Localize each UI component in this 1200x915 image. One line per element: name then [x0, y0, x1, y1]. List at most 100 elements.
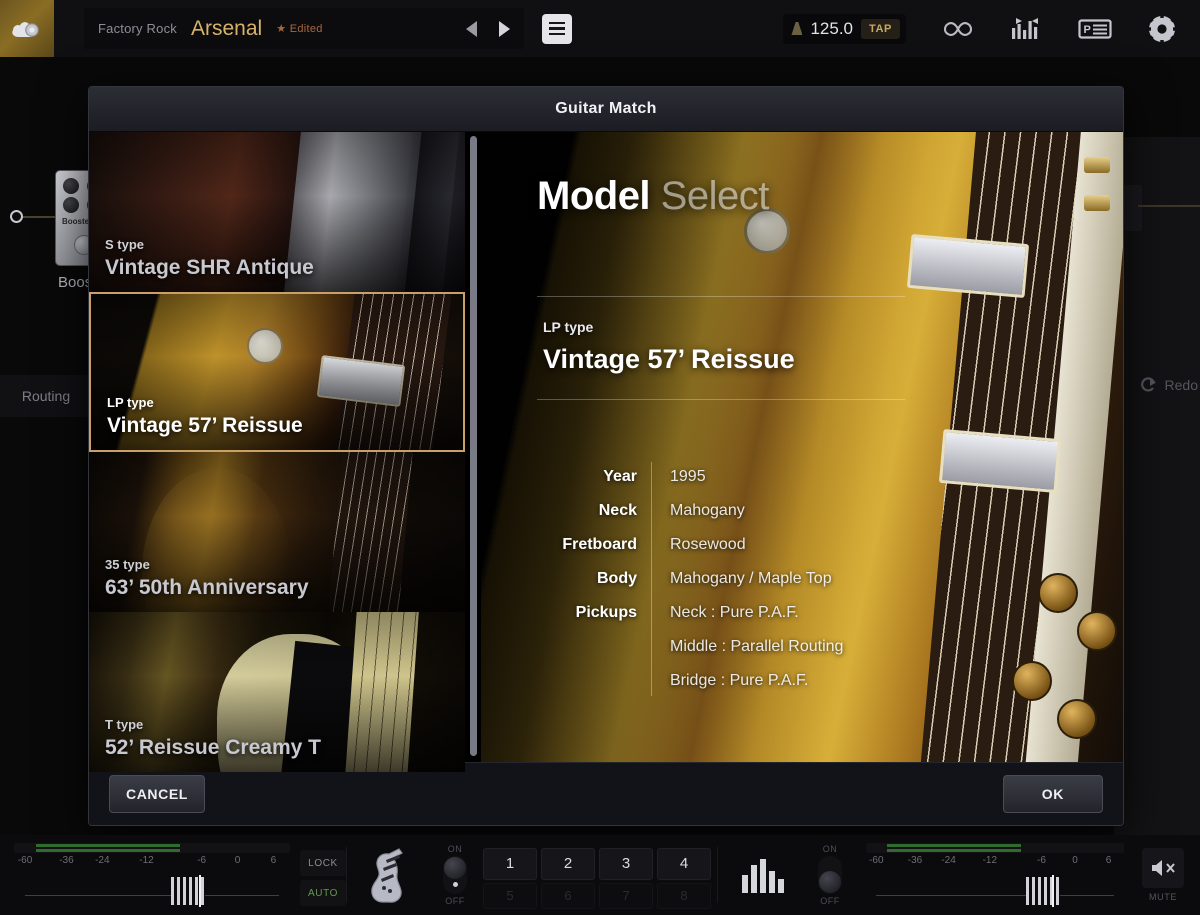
list-scrollbar[interactable] [465, 132, 481, 762]
preset-edited-badge: ★ Edited [276, 22, 323, 35]
tempo-value: 125.0 [810, 19, 853, 39]
pedal-knob-1[interactable] [63, 178, 79, 194]
prev-preset-button[interactable] [466, 21, 477, 37]
signal-input-node[interactable] [10, 210, 23, 223]
list-item-lp-type[interactable]: LP type Vintage 57’ Reissue [89, 292, 465, 452]
channel-button-8[interactable]: 8 [657, 883, 711, 909]
spec-key [537, 630, 637, 664]
meter-tick: 0 [1072, 855, 1078, 866]
routing-button[interactable]: Routing [0, 375, 92, 417]
divider-bottom [537, 399, 905, 400]
mute-button[interactable]: MUTE [1134, 835, 1192, 915]
preset-category-label: Factory Rock [98, 21, 177, 36]
bottom-toolbar: -60 -36 -24 -12 -6 0 6 LOCK AUTO [0, 835, 1200, 915]
meter-tick: -60 [869, 855, 883, 866]
auto-button[interactable]: AUTO [300, 880, 346, 906]
output-gain-slider[interactable] [866, 873, 1124, 907]
spec-key: Fretboard [537, 528, 637, 562]
meter-tick: -60 [18, 855, 32, 866]
loop-infinity-icon[interactable] [940, 18, 976, 40]
output-meter-fill-right [887, 849, 1021, 852]
mixer-levels-icon[interactable] [1010, 17, 1044, 41]
scrollbar-thumb[interactable] [470, 136, 477, 756]
guitar-match-dialog: Guitar Match S type Vintage SHR Antique [88, 86, 1124, 826]
dialog-title: Guitar Match [555, 100, 656, 118]
eq-button[interactable] [718, 835, 808, 915]
selected-model-type: LP type [543, 319, 1123, 335]
lock-button[interactable]: LOCK [300, 850, 346, 876]
channel-button-1[interactable]: 1 [483, 848, 537, 880]
toggle-led [453, 882, 458, 887]
toggle-knob [819, 871, 841, 893]
toggle-knob [444, 857, 466, 879]
list-item-type: T type [105, 717, 321, 732]
preset-list-icon[interactable]: P [1078, 17, 1112, 41]
list-item-text: LP type Vintage 57’ Reissue [107, 395, 303, 438]
list-item-text: T type 52’ Reissue Creamy T [105, 717, 321, 760]
spec-value: Mahogany / Maple Top [670, 562, 843, 596]
amp-cable [1138, 205, 1200, 207]
toggle-off-label: OFF [820, 896, 840, 906]
guitar-match-toggle[interactable]: ON OFF [433, 835, 477, 915]
slider-handle[interactable] [1026, 877, 1060, 905]
meter-tick: -36 [908, 855, 922, 866]
mute-icon-box [1142, 848, 1184, 888]
toggle-on-label: ON [448, 844, 463, 854]
output-meter[interactable]: -60 -36 -24 -12 -6 0 6 [852, 835, 1134, 915]
channel-button-5[interactable]: 5 [483, 883, 537, 909]
model-select-heading: Model Select [537, 174, 1123, 219]
guitar-body-icon [369, 846, 411, 904]
svg-text:P: P [1084, 24, 1091, 36]
pedal-knob-3[interactable] [63, 197, 79, 213]
input-meter-fill-left [36, 844, 180, 847]
next-preset-button[interactable] [499, 21, 510, 37]
toggle-on-label: ON [823, 844, 838, 854]
channel-row-bottom: 5 6 7 8 [483, 883, 711, 909]
slider-handle-indicator [1052, 875, 1054, 907]
spec-value: Rosewood [670, 528, 843, 562]
guitar-match-button[interactable] [347, 835, 433, 915]
channel-button-6[interactable]: 6 [541, 883, 595, 909]
settings-gear-icon[interactable] [1146, 13, 1178, 45]
tempo-display[interactable]: 125.0 TAP [783, 14, 906, 44]
ok-button[interactable]: OK [1003, 775, 1103, 813]
cancel-button[interactable]: CANCEL [109, 775, 205, 813]
list-item-s-type[interactable]: S type Vintage SHR Antique [89, 132, 465, 292]
mute-label: MUTE [1149, 892, 1177, 902]
channel-button-3[interactable]: 3 [599, 848, 653, 880]
app-logo[interactable] [0, 0, 54, 57]
channel-button-7[interactable]: 7 [599, 883, 653, 909]
heading-light: Select [661, 174, 769, 218]
meter-tick: -6 [197, 855, 206, 866]
selected-model-name: Vintage 57’ Reissue [543, 344, 1123, 375]
output-meter-bar [866, 843, 1124, 853]
speaker-mute-icon [1149, 858, 1177, 878]
input-meter-bar [14, 843, 290, 853]
channel-row-top: 1 2 3 4 [483, 848, 711, 880]
toggle-switch[interactable] [818, 856, 842, 894]
toggle-switch[interactable] [443, 856, 467, 894]
channel-button-4[interactable]: 4 [657, 848, 711, 880]
redo-button[interactable]: Redo [1140, 377, 1198, 393]
top-toolbar-right: 125.0 TAP [783, 13, 1200, 45]
meter-tick: 0 [235, 855, 241, 866]
hamburger-menu-icon[interactable] [542, 14, 572, 44]
channel-button-2[interactable]: 2 [541, 848, 595, 880]
detail-content: Model Select LP type Vintage 57’ Reissue… [481, 132, 1123, 762]
spec-key: Pickups [537, 596, 637, 630]
list-item-t-type[interactable]: T type 52’ Reissue Creamy T [89, 612, 465, 772]
input-gain-slider[interactable] [14, 873, 290, 907]
app-root: Factory Rock Arsenal ★ Edited 125.0 TAP [0, 0, 1200, 915]
input-meter[interactable]: -60 -36 -24 -12 -6 0 6 [0, 835, 300, 915]
redo-arrow-icon [1140, 377, 1158, 393]
eq-toggle[interactable]: ON OFF [808, 835, 852, 915]
preset-selector-bar[interactable]: Factory Rock Arsenal ★ Edited [84, 8, 524, 49]
spec-divider [651, 462, 652, 696]
tap-tempo-button[interactable]: TAP [861, 19, 900, 39]
top-toolbar: Factory Rock Arsenal ★ Edited 125.0 TAP [0, 0, 1200, 57]
input-meter-scale: -60 -36 -24 -12 -6 0 6 [14, 855, 290, 871]
output-meter-scale: -60 -36 -24 -12 -6 0 6 [866, 855, 1124, 871]
list-item-name: Vintage SHR Antique [105, 256, 314, 280]
list-item-35-type[interactable]: 35 type 63’ 50th Anniversary [89, 452, 465, 612]
spec-key: Neck [537, 494, 637, 528]
